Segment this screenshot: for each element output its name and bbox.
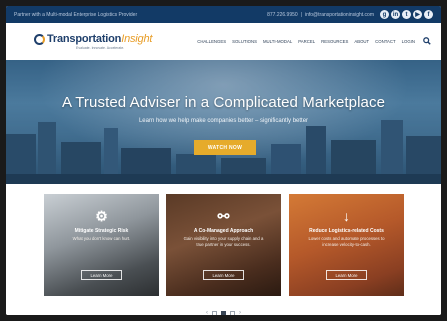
browser-viewport: Partner with a Multi-modal Enterprise Lo… [6,6,441,315]
hero-subheadline: Learn how we help make companies better … [138,118,309,124]
primary-nav: CHALLENGES SOLUTIONS MULTI-MODAL PARCEL … [197,36,431,47]
twitter-icon[interactable]: t [402,10,411,19]
nav-item-challenges[interactable]: CHALLENGES [197,39,226,44]
link-icon: ⚯ [217,208,230,224]
social-links: g in t ▶ f [380,10,433,19]
main-navbar: Transportation Insight Evaluate. Innovate… [6,23,441,60]
chevron-left-icon[interactable]: ‹ [206,310,208,315]
site-logo[interactable]: Transportation Insight Evaluate. Innovate… [34,33,152,50]
card-strategic-risk[interactable]: ⚙ Mitigate Strategic Risk What you don't… [44,194,159,296]
youtube-icon[interactable]: ▶ [413,10,422,19]
search-icon[interactable] [423,36,431,47]
arrow-down-icon: ↓ [343,208,350,224]
nav-item-solutions[interactable]: SOLUTIONS [232,39,257,44]
utility-phone[interactable]: 877.226.9950 [267,12,298,18]
utility-separator: | [300,11,302,18]
nav-item-contact[interactable]: CONTACT [375,39,395,44]
facebook-icon[interactable]: f [424,10,433,19]
utility-email[interactable]: info@transportationinsight.com [305,12,374,18]
logo-ring-icon [34,33,45,45]
hero-headline: A Trusted Adviser in a Complicated Marke… [61,94,386,111]
card-title: A Co-Managed Approach [193,228,254,234]
learn-more-button[interactable]: Learn More [81,270,122,280]
utility-bar: Partner with a Multi-modal Enterprise Lo… [6,6,441,23]
card-description: What you don't know can hurt. [72,236,131,241]
utility-tagline: Partner with a Multi-modal Enterprise Lo… [14,11,138,18]
card-description: Lower costs and automate processes to in… [308,236,385,247]
linkedin-icon[interactable]: in [391,10,400,19]
utility-contact: 877.226.9950 | info@transportationinsigh… [267,10,433,19]
logo-wordmark: Transportation Insight [34,33,152,45]
learn-more-button[interactable]: Learn More [203,270,244,280]
gears-icon: ⚙ [95,208,108,224]
nav-item-about[interactable]: ABOUT [354,39,369,44]
google-plus-icon[interactable]: g [380,10,389,19]
card-title: Reduce Logistics-related Costs [309,228,384,234]
nav-item-login[interactable]: LOGIN [402,39,415,44]
logo-name-main: Transportation [47,33,122,45]
pager-dot[interactable] [212,310,217,315]
nav-item-parcel[interactable]: PARCEL [298,39,315,44]
nav-item-multi-modal[interactable]: MULTI-MODAL [263,39,292,44]
logo-tagline: Evaluate. Innovate. Accelerate. [76,46,125,50]
card-reduce-costs[interactable]: ↓ Reduce Logistics-related Costs Lower c… [289,194,404,296]
feature-cards: ⚙ Mitigate Strategic Risk What you don't… [6,184,441,315]
card-title: Mitigate Strategic Risk [74,228,129,234]
nav-item-resources[interactable]: RESOURCES [321,39,348,44]
pager-dot-active[interactable] [221,310,226,315]
logo-name-accent: Insight [121,33,153,45]
chevron-right-icon[interactable]: › [239,310,241,315]
carousel-pager: ‹ › [6,310,441,315]
card-co-managed[interactable]: ⚯ A Co-Managed Approach Gain visibility … [166,194,281,296]
learn-more-button[interactable]: Learn More [326,270,367,280]
pager-dot[interactable] [230,310,235,315]
watch-now-button[interactable]: WATCH NOW [194,140,256,155]
card-description: Gain visibility into your supply chain a… [183,236,264,247]
hero-banner: A Trusted Adviser in a Complicated Marke… [6,60,441,184]
